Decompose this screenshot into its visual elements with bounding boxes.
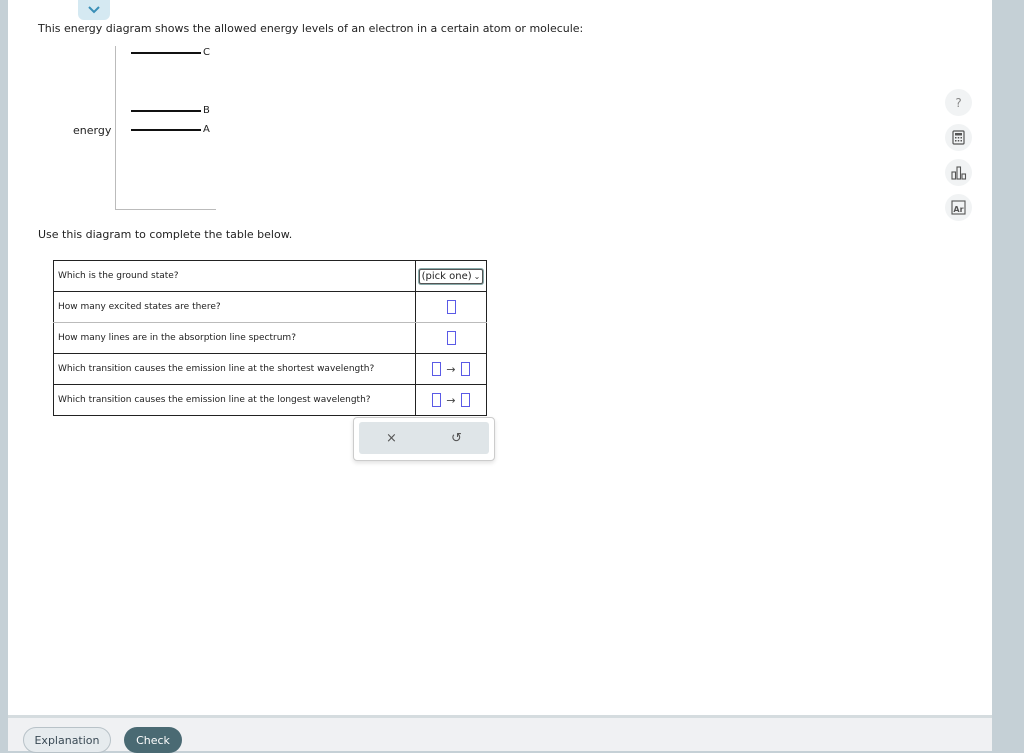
energy-level-b-label: B <box>203 105 210 116</box>
answer-cell: → <box>415 353 487 385</box>
energy-level-c <box>131 52 201 54</box>
calculator-button[interactable] <box>945 124 972 151</box>
energy-axis-label: energy <box>73 124 112 137</box>
question-text: How many excited states are there? <box>53 291 416 323</box>
instruction-text: Use this diagram to complete the table b… <box>38 228 293 241</box>
help-button[interactable]: ? <box>945 89 972 116</box>
collapse-toggle[interactable] <box>78 0 110 20</box>
chevron-down-icon: ⌄ <box>473 271 481 281</box>
shortest-from-input[interactable] <box>432 362 442 376</box>
question-text: Which is the ground state? <box>53 260 416 292</box>
answer-cell: → <box>415 384 487 416</box>
intro-text: This energy diagram shows the allowed en… <box>38 22 584 35</box>
left-border <box>0 0 8 751</box>
arrow-icon: → <box>446 362 456 376</box>
answer-cell <box>415 322 487 354</box>
excited-states-input[interactable] <box>446 300 456 314</box>
shortest-to-input[interactable] <box>460 362 470 376</box>
absorption-lines-input[interactable] <box>446 331 456 345</box>
energy-axis <box>115 46 116 210</box>
energy-level-a <box>131 129 201 131</box>
table-row: Which is the ground state? (pick one) ⌄ <box>53 260 487 292</box>
answer-cell <box>415 291 487 323</box>
answer-actions: × ↺ <box>353 417 495 461</box>
arrow-icon: → <box>446 393 456 407</box>
table-row: Which transition causes the emission lin… <box>53 384 487 416</box>
chart-button[interactable] <box>945 159 972 186</box>
question-text: How many lines are in the absorption lin… <box>53 322 416 354</box>
clear-icon[interactable]: × <box>386 431 397 446</box>
periodic-table-icon: Ar <box>951 200 966 215</box>
periodic-table-button[interactable]: Ar <box>945 194 972 221</box>
chevron-down-icon <box>88 6 100 14</box>
action-bar: × ↺ <box>359 422 489 454</box>
check-button[interactable]: Check <box>124 727 182 753</box>
energy-level-b <box>131 110 201 112</box>
select-value: (pick one) <box>421 270 472 282</box>
ground-state-select[interactable]: (pick one) ⌄ <box>418 268 484 284</box>
question-table: Which is the ground state? (pick one) ⌄ … <box>53 260 487 416</box>
question-text: Which transition causes the emission lin… <box>53 384 416 416</box>
footer-bar: Explanation Check <box>8 715 992 753</box>
table-row: How many excited states are there? <box>53 291 487 323</box>
explanation-button[interactable]: Explanation <box>23 727 111 753</box>
help-icon: ? <box>955 95 962 110</box>
table-row: Which transition causes the emission lin… <box>53 353 487 385</box>
energy-level-a-label: A <box>203 124 210 135</box>
undo-icon[interactable]: ↺ <box>451 431 462 446</box>
energy-level-c-label: C <box>203 47 210 58</box>
bar-chart-icon <box>950 165 966 180</box>
baseline <box>115 209 216 210</box>
svg-text:Ar: Ar <box>953 205 963 214</box>
calculator-icon <box>952 130 965 145</box>
longest-to-input[interactable] <box>460 393 470 407</box>
longest-from-input[interactable] <box>432 393 442 407</box>
question-text: Which transition causes the emission lin… <box>53 353 416 385</box>
answer-cell: (pick one) ⌄ <box>415 260 487 292</box>
table-row: How many lines are in the absorption lin… <box>53 322 487 354</box>
